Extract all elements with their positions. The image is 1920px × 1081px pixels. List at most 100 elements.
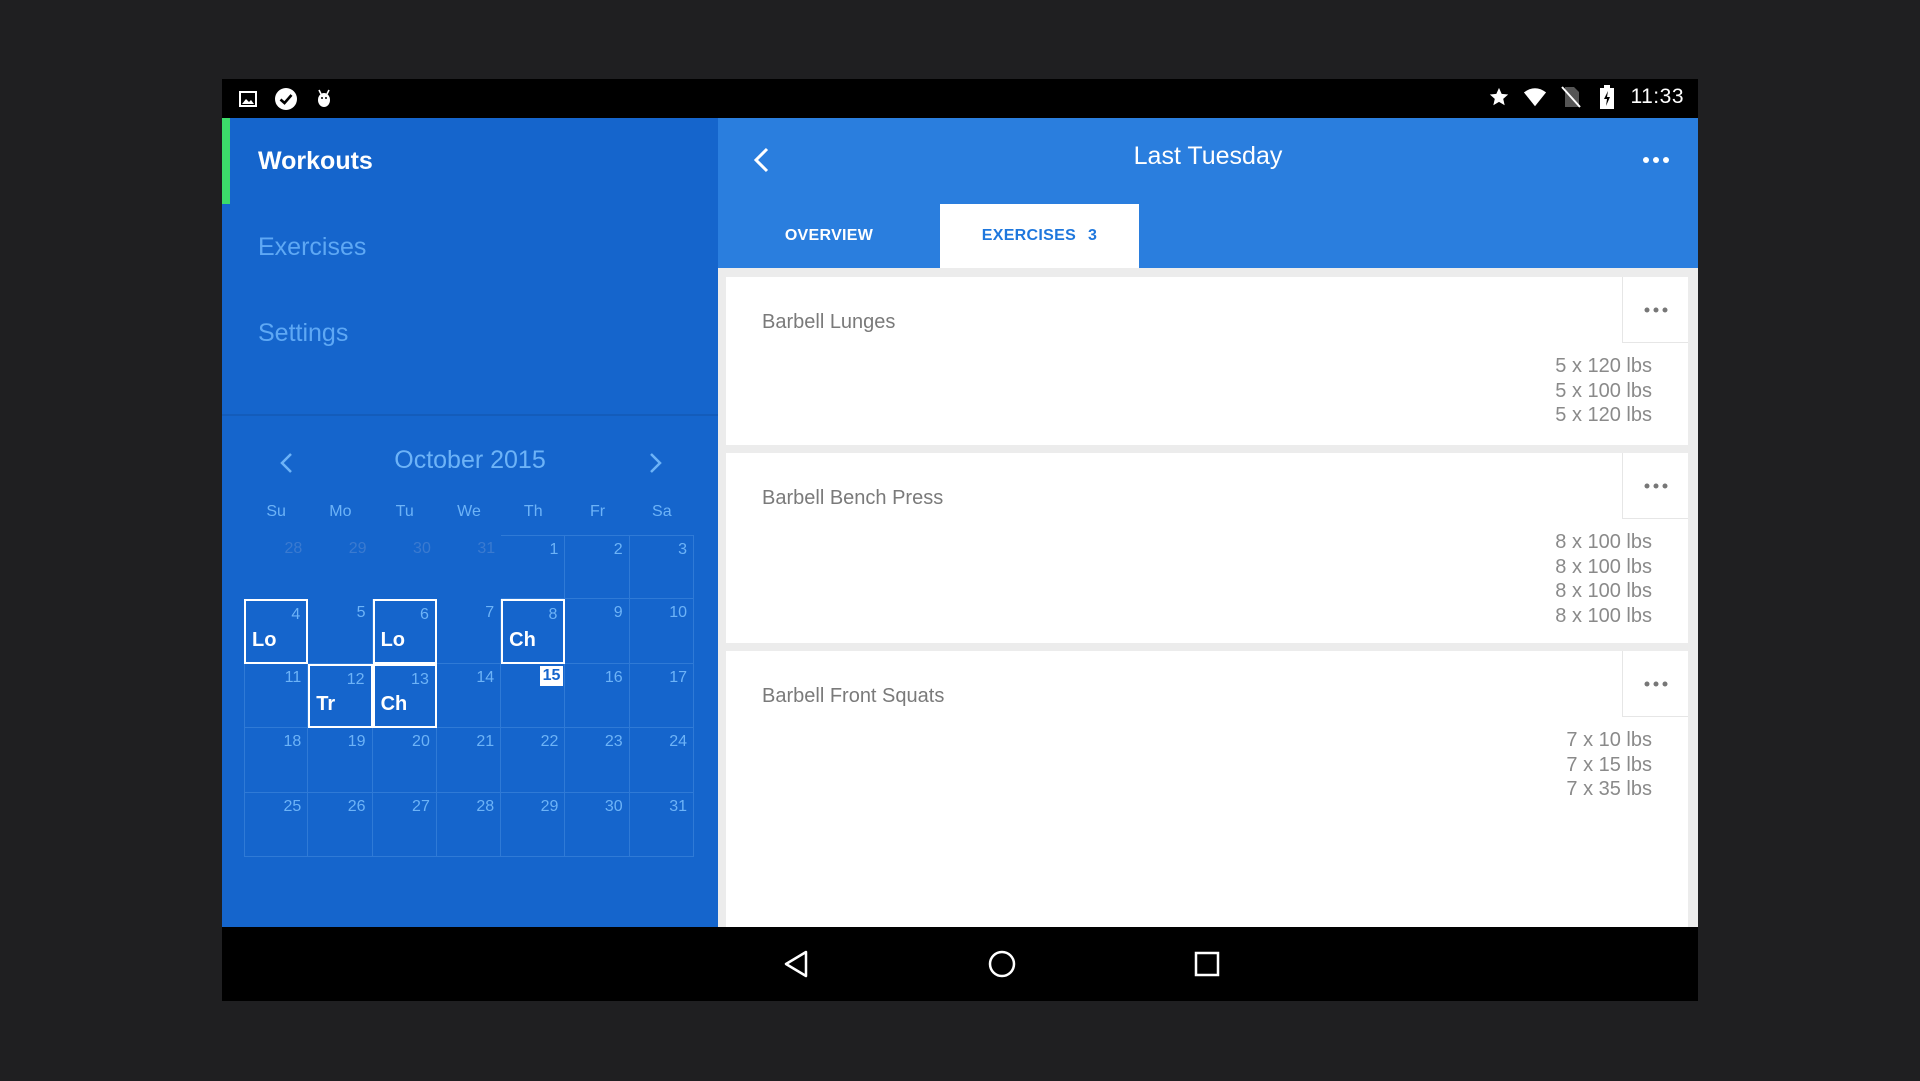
- star-icon: [1487, 85, 1511, 109]
- day-number: 23: [604, 733, 623, 751]
- day-number: 31: [477, 540, 496, 557]
- app-bar: Last Tuesday OVERVIEW EXERCISES 3: [718, 118, 1698, 268]
- calendar-day[interactable]: 9: [565, 599, 630, 664]
- home-circle-icon[interactable]: [979, 941, 1025, 987]
- calendar-day[interactable]: 28: [436, 792, 502, 857]
- day-number: 18: [283, 733, 302, 751]
- calendar-day[interactable]: 23: [565, 728, 630, 793]
- set-entry: 7 x 10 lbs: [1566, 729, 1652, 751]
- day-number: 5: [356, 604, 366, 622]
- set-entry: 5 x 120 lbs: [1555, 404, 1652, 426]
- calendar-day[interactable]: 16: [565, 663, 630, 729]
- tab-exercises[interactable]: EXERCISES 3: [940, 204, 1139, 268]
- tab-overview[interactable]: OVERVIEW: [718, 204, 940, 268]
- calendar-day-workout[interactable]: 13 Ch: [372, 663, 437, 729]
- exercise-card[interactable]: Barbell Front Squats 7 x 10 lbs 7 x 15 l…: [726, 651, 1688, 927]
- day-number: 21: [476, 733, 495, 751]
- calendar-weekdays: Su Mo Tu We Th Fr Sa: [244, 503, 694, 521]
- workout-tag: Ch: [380, 693, 408, 716]
- day-number: 17: [669, 668, 687, 686]
- calendar-day[interactable]: 26: [308, 792, 373, 857]
- workout-detail: Last Tuesday OVERVIEW EXERCISES 3 Barbel…: [718, 118, 1698, 927]
- tab-label: OVERVIEW: [784, 227, 874, 244]
- image-icon: [236, 87, 260, 111]
- calendar-day: 28: [244, 535, 308, 599]
- more-options-icon[interactable]: [1636, 140, 1676, 180]
- back-triangle-icon[interactable]: [773, 941, 819, 987]
- back-arrow-icon[interactable]: [742, 140, 782, 180]
- calendar-day[interactable]: 21: [436, 728, 502, 793]
- more-options-icon[interactable]: [1622, 277, 1688, 343]
- battery-charging-icon: [1595, 85, 1619, 109]
- day-number: 9: [613, 604, 623, 622]
- calendar-day[interactable]: 14: [436, 663, 502, 729]
- recents-square-icon[interactable]: [1184, 941, 1230, 987]
- exercise-card[interactable]: Barbell Lunges 5 x 120 lbs 5 x 100 lbs 5…: [726, 277, 1688, 445]
- day-number: 3: [678, 541, 687, 558]
- day-number: 19: [347, 733, 366, 751]
- android-debug-icon: [312, 87, 336, 111]
- calendar-day-today[interactable]: 15: [501, 663, 566, 729]
- calendar-day[interactable]: 31: [629, 792, 694, 857]
- weekday-label: Mo: [329, 503, 352, 520]
- day-number: 28: [476, 797, 495, 815]
- day-number: 28: [284, 540, 303, 557]
- more-options-icon[interactable]: [1622, 651, 1688, 717]
- calendar-day-workout[interactable]: 6 Lo: [372, 599, 437, 664]
- status-bar: 11:33: [222, 79, 1698, 118]
- calendar-day[interactable]: 2: [565, 535, 630, 600]
- calendar-day[interactable]: 19: [308, 728, 373, 793]
- set-entry: 8 x 100 lbs: [1555, 531, 1652, 553]
- calendar-day[interactable]: 11: [244, 663, 309, 729]
- set-entry: 5 x 120 lbs: [1555, 355, 1652, 377]
- calendar-grid: 28 29 30 31 1 2 3 4 Lo 5 6 Lo 7 8 Ch 9 10 11 12 Tr 13 Ch 14 15 1…: [244, 535, 694, 857]
- day-number: 24: [669, 733, 687, 751]
- chevron-right-icon[interactable]: [640, 448, 670, 478]
- exercise-sets: 8 x 100 lbs 8 x 100 lbs 8 x 100 lbs 8 x …: [1555, 530, 1652, 628]
- calendar-day-workout[interactable]: 12 Tr: [308, 663, 373, 729]
- day-number: 31: [669, 797, 687, 815]
- calendar-day[interactable]: 22: [501, 728, 566, 793]
- calendar-day[interactable]: 3: [629, 535, 694, 600]
- weekday-label: Fr: [589, 503, 606, 520]
- calendar-day[interactable]: 20: [372, 728, 437, 793]
- calendar-day[interactable]: 30: [565, 792, 630, 857]
- calendar-day[interactable]: 25: [244, 792, 309, 857]
- weekday-label: We: [457, 503, 481, 520]
- calendar-day-workout[interactable]: 8 Ch: [501, 599, 566, 664]
- calendar-day[interactable]: 5: [308, 599, 373, 664]
- day-number: 13: [411, 670, 429, 688]
- status-clock: 11:33: [1630, 85, 1684, 108]
- day-number: 2: [613, 541, 623, 558]
- day-number: 30: [604, 797, 623, 815]
- calendar-day[interactable]: 10: [629, 599, 694, 664]
- day-number: 8: [548, 606, 558, 624]
- day-number: 16: [604, 668, 623, 686]
- calendar-day: 29: [308, 535, 372, 599]
- calendar-day[interactable]: 17: [629, 663, 694, 729]
- day-number: 10: [669, 604, 687, 622]
- calendar-day-workout[interactable]: 4 Lo: [244, 599, 309, 664]
- calendar-day[interactable]: 24: [629, 728, 694, 793]
- calendar-day[interactable]: 1: [501, 535, 566, 600]
- day-number: 25: [283, 797, 302, 815]
- set-entry: 7 x 15 lbs: [1566, 753, 1652, 776]
- calendar-day: 31: [437, 535, 501, 599]
- calendar-day[interactable]: 27: [372, 792, 437, 857]
- drawer-item-settings[interactable]: Settings: [222, 290, 718, 376]
- chevron-left-icon[interactable]: [272, 448, 302, 478]
- day-number: 27: [412, 797, 430, 815]
- exercise-card[interactable]: Barbell Bench Press 8 x 100 lbs 8 x 100 …: [726, 453, 1688, 643]
- tablet-screen: 11:33 Workouts Exercises Settings Octobe…: [222, 79, 1698, 1001]
- calendar-day[interactable]: 29: [501, 792, 566, 857]
- no-sim-icon: [1559, 85, 1583, 109]
- more-options-icon[interactable]: [1622, 453, 1688, 519]
- workout-tag: Ch: [509, 628, 536, 651]
- drawer-item-workouts[interactable]: Workouts: [222, 118, 718, 204]
- drawer-item-exercises[interactable]: Exercises: [222, 204, 718, 290]
- calendar-day[interactable]: 7: [436, 599, 502, 664]
- day-number: 1: [549, 541, 559, 558]
- calendar-day[interactable]: 18: [244, 728, 309, 793]
- active-indicator: [222, 118, 230, 204]
- day-number: 12: [346, 670, 365, 688]
